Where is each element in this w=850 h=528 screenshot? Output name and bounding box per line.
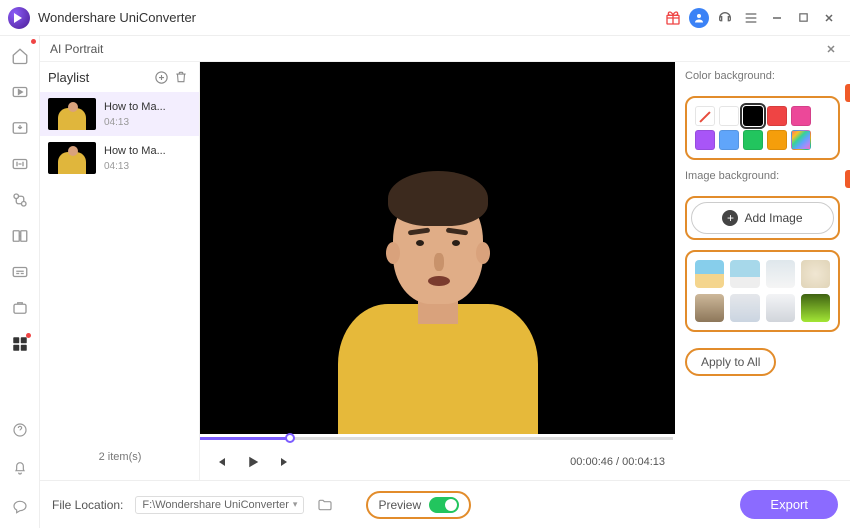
playlist-items: How to Ma... 04:13 How to Ma... 04:13 — [40, 92, 199, 480]
item-count: 2 item(s) — [40, 451, 200, 463]
rail-notify-icon[interactable] — [6, 454, 34, 482]
playlist-item-title: How to Ma... — [104, 145, 166, 157]
export-button[interactable]: Export — [740, 490, 838, 519]
rail-edit-icon[interactable] — [6, 186, 34, 214]
playlist-heading: Playlist — [48, 70, 89, 85]
image-bg-label: Image background: — [685, 170, 840, 182]
color-swatch-blue[interactable] — [719, 130, 739, 150]
plus-icon: + — [722, 210, 738, 226]
headset-icon[interactable] — [712, 5, 738, 31]
rail-toolbox-icon[interactable] — [6, 330, 34, 358]
prev-button[interactable] — [210, 451, 232, 473]
bg-thumb[interactable] — [730, 294, 759, 322]
color-swatch-orange[interactable] — [767, 130, 787, 150]
app-title: Wondershare UniConverter — [38, 10, 196, 25]
playlist-item[interactable]: How to Ma... 04:13 — [40, 136, 199, 180]
window-close-button[interactable] — [816, 5, 842, 31]
rail-download-icon[interactable] — [6, 114, 34, 142]
bg-thumb[interactable] — [695, 260, 724, 288]
playlist-item-duration: 04:13 — [104, 161, 166, 172]
playlist-panel: Playlist How to Ma... 04:13 — [40, 62, 200, 480]
color-swatch-custom[interactable] — [791, 130, 811, 150]
module-title: AI Portrait — [50, 42, 103, 56]
playlist-item[interactable]: How to Ma... 04:13 — [40, 92, 199, 136]
bg-thumb[interactable] — [730, 260, 759, 288]
color-swatch-pink[interactable] — [791, 106, 811, 126]
color-bg-label: Color background: — [685, 70, 840, 82]
rail-help-icon[interactable] — [6, 416, 34, 444]
bg-thumb[interactable] — [695, 294, 724, 322]
next-button[interactable] — [274, 451, 296, 473]
sidebar-rail — [0, 36, 40, 528]
color-swatch-red[interactable] — [767, 106, 787, 126]
add-image-label: Add Image — [744, 211, 802, 225]
right-panel: Color background: Image background: — [675, 62, 850, 480]
rail-feedback-icon[interactable] — [6, 492, 34, 520]
video-stage: 00:00:46 / 00:04:13 — [200, 62, 675, 480]
bg-thumb[interactable] — [801, 294, 830, 322]
rail-subtitle-icon[interactable] — [6, 258, 34, 286]
playlist-header: Playlist — [40, 62, 199, 92]
color-swatch-group — [685, 96, 840, 160]
player-controls: 00:00:46 / 00:04:13 — [200, 444, 675, 480]
rail-merge-icon[interactable] — [6, 222, 34, 250]
file-location-label: File Location: — [52, 498, 123, 512]
current-time: 00:00:46 — [570, 456, 613, 468]
rail-home-icon[interactable] — [6, 42, 34, 70]
seek-bar[interactable] — [200, 434, 675, 444]
time-display: 00:00:46 / 00:04:13 — [570, 456, 665, 468]
playlist-thumbnail — [48, 142, 96, 174]
rail-convert-icon[interactable] — [6, 78, 34, 106]
add-image-group: + Add Image — [685, 196, 840, 240]
window-maximize-button[interactable] — [790, 5, 816, 31]
hamburger-icon[interactable] — [738, 5, 764, 31]
add-image-button[interactable]: + Add Image — [691, 202, 834, 234]
color-swatch-none[interactable] — [695, 106, 715, 126]
delete-playlist-button[interactable] — [171, 67, 191, 87]
bg-thumb[interactable] — [801, 260, 830, 288]
titlebar: Wondershare UniConverter — [0, 0, 850, 36]
color-swatch-green[interactable] — [743, 130, 763, 150]
open-folder-button[interactable] — [316, 496, 334, 514]
accent-marker — [845, 84, 850, 102]
main-content: AI Portrait Playlist How to — [40, 36, 850, 528]
module-header: AI Portrait — [40, 36, 850, 62]
add-to-playlist-button[interactable] — [151, 67, 171, 87]
file-location-value: F:\Wondershare UniConverter — [142, 499, 289, 511]
color-swatch-white[interactable] — [719, 106, 739, 126]
gift-icon[interactable] — [660, 5, 686, 31]
bg-thumb[interactable] — [766, 294, 795, 322]
play-button[interactable] — [242, 451, 264, 473]
playlist-item-duration: 04:13 — [104, 117, 166, 128]
file-location-dropdown[interactable]: F:\Wondershare UniConverter ▾ — [135, 496, 304, 514]
color-swatch-black[interactable] — [743, 106, 763, 126]
rail-compress-icon[interactable] — [6, 150, 34, 178]
seek-thumb[interactable] — [285, 433, 295, 443]
footer-bar: 2 item(s) File Location: F:\Wondershare … — [40, 480, 850, 528]
total-time: 00:04:13 — [622, 456, 665, 468]
playlist-thumbnail — [48, 98, 96, 130]
video-preview[interactable] — [200, 62, 675, 434]
preview-toggle-group: Preview — [366, 491, 471, 519]
rail-record-icon[interactable] — [6, 294, 34, 322]
app-logo — [8, 7, 30, 29]
apply-all-button[interactable]: Apply to All — [685, 348, 776, 376]
bg-thumb-group — [685, 250, 840, 332]
user-icon[interactable] — [686, 5, 712, 31]
color-swatch-purple[interactable] — [695, 130, 715, 150]
bg-thumb[interactable] — [766, 260, 795, 288]
chevron-down-icon: ▾ — [293, 499, 298, 510]
preview-toggle[interactable] — [429, 497, 459, 513]
accent-marker — [845, 170, 850, 188]
module-close-button[interactable] — [822, 40, 840, 58]
window-minimize-button[interactable] — [764, 5, 790, 31]
preview-label: Preview — [378, 498, 421, 512]
playlist-item-title: How to Ma... — [104, 101, 166, 113]
